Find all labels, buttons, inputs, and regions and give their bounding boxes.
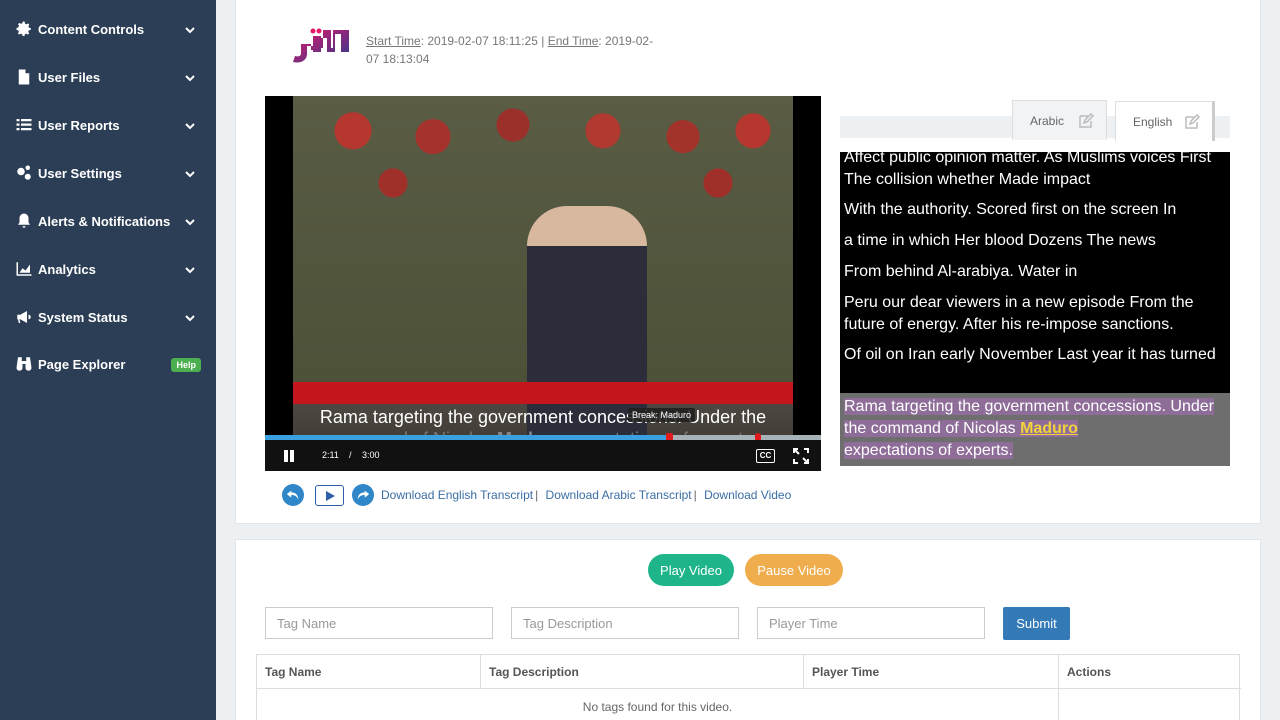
play-icon <box>325 490 335 501</box>
undo-arrow-icon <box>286 490 299 500</box>
column-header-actions: Actions <box>1059 655 1241 689</box>
megaphone-icon <box>12 308 36 326</box>
sidebar-item-label: User Settings <box>38 165 122 181</box>
chevron-down-icon <box>184 23 196 35</box>
binoculars-icon <box>12 355 36 373</box>
chevron-down-icon <box>184 215 196 227</box>
fullscreen-icon[interactable] <box>793 448 809 464</box>
caption-line-1: Rama targeting the government concession… <box>319 407 767 427</box>
bell-icon <box>12 212 36 230</box>
tags-table: Tag Name Tag Description Player Time Act… <box>256 654 1241 720</box>
video-player[interactable]: Rama targeting the government concession… <box>265 96 821 471</box>
transcript-line[interactable]: Of oil on Iran early November Last year … <box>844 344 1224 366</box>
sidebar-item-label: User Files <box>38 69 101 85</box>
channel-logo <box>283 24 355 68</box>
sidebar-item-label: System Status <box>38 309 128 325</box>
download-english-transcript-link[interactable]: Download English Transcript <box>381 488 533 502</box>
link-separator: | <box>535 488 539 502</box>
time-separator: / <box>349 450 352 460</box>
sidebar-item-content-controls[interactable]: Content Controls <box>0 9 216 49</box>
start-time-label: Start Time <box>366 34 421 48</box>
sidebar-item-system-status[interactable]: System Status <box>0 297 216 337</box>
forward-button[interactable] <box>352 484 374 506</box>
download-links: Download English Transcript | Download Ar… <box>381 488 791 502</box>
transcript-line[interactable]: Peru our dear viewers in a new episode F… <box>844 292 1224 336</box>
tag-name-input[interactable] <box>265 607 493 639</box>
submit-button[interactable]: Submit <box>1003 607 1070 640</box>
chevron-down-icon <box>184 167 196 179</box>
pause-video-button[interactable]: Pause Video <box>745 554 843 586</box>
edit-icon[interactable] <box>1078 112 1095 129</box>
empty-table-message: No tags found for this video. <box>257 689 1059 720</box>
sidebar-item-user-reports[interactable]: User Reports <box>0 105 216 145</box>
sidebar-item-label: Analytics <box>38 261 96 277</box>
transcript-keyword[interactable]: Maduro <box>1020 420 1078 437</box>
time-range: Start Time: 2019-02-07 18:11:25 | End Ti… <box>366 32 656 68</box>
end-time-label: End Time <box>547 34 599 48</box>
start-time-value: : 2019-02-07 18:11:25 | <box>420 34 545 48</box>
gear-icon <box>12 20 36 38</box>
chevron-down-icon <box>184 119 196 131</box>
sidebar-item-user-settings[interactable]: User Settings <box>0 153 216 193</box>
tab-arabic-label: Arabic <box>1030 113 1065 128</box>
sidebar-item-user-files[interactable]: User Files <box>0 57 216 97</box>
edit-icon[interactable] <box>1184 113 1201 130</box>
tag-description-input[interactable] <box>511 607 739 639</box>
duration: 3:00 <box>362 450 380 460</box>
sidebar-item-alerts-notifications[interactable]: Alerts & Notifications <box>0 201 216 241</box>
redo-arrow-icon <box>357 490 370 500</box>
transcript-line-active[interactable]: Rama targeting the government concession… <box>840 393 1230 466</box>
tab-english-label: English <box>1133 114 1173 129</box>
link-separator: | <box>693 488 697 502</box>
sidebar-item-analytics[interactable]: Analytics <box>0 249 216 289</box>
player-controls: 2:11 / 3:00 CC <box>265 440 821 471</box>
sidebar-item-label: User Reports <box>38 117 120 133</box>
help-badge[interactable]: Help <box>171 358 201 372</box>
transcript-panel[interactable]: Affect public opinion matter. As Muslims… <box>840 152 1230 466</box>
pause-button[interactable] <box>283 450 295 462</box>
gears-icon <box>12 164 36 182</box>
news-ticker <box>293 382 793 404</box>
play-video-button[interactable]: Play Video <box>648 554 734 586</box>
tab-arabic[interactable]: Arabic <box>1012 100 1107 140</box>
tab-english[interactable]: English <box>1115 101 1215 141</box>
cc-button[interactable]: CC <box>756 449 775 463</box>
column-header-tag-description: Tag Description <box>481 655 804 689</box>
list-icon <box>12 116 36 134</box>
current-time: 2:11 <box>322 450 339 460</box>
sidebar: Content Controls User Files User Reports… <box>0 0 216 720</box>
chevron-down-icon <box>184 71 196 83</box>
break-tooltip: Break: Maduro <box>628 408 696 422</box>
chevron-down-icon <box>184 311 196 323</box>
transcript-line[interactable]: With the authority. Scored first on the … <box>844 199 1224 221</box>
chevron-down-icon <box>184 263 196 275</box>
sidebar-item-label: Content Controls <box>38 21 145 37</box>
active-line-text: expectations of experts. <box>844 442 1013 459</box>
area-chart-icon <box>12 260 36 278</box>
column-header-player-time: Player Time <box>804 655 1059 689</box>
sidebar-item-label: Page Explorer <box>38 356 126 372</box>
transcript-line[interactable]: a time in which Her blood Dozens The new… <box>844 230 1224 252</box>
download-video-link[interactable]: Download Video <box>704 488 791 502</box>
file-icon <box>12 68 36 86</box>
sidebar-item-page-explorer[interactable]: Page Explorer Help <box>0 344 216 384</box>
transcript-line[interactable]: Affect public opinion matter. As Muslims… <box>844 152 1224 191</box>
download-arabic-transcript-link[interactable]: Download Arabic Transcript <box>546 488 692 502</box>
rewind-button[interactable] <box>282 484 304 506</box>
play-button[interactable] <box>315 485 344 506</box>
column-header-tag-name: Tag Name <box>257 655 481 689</box>
player-time-input[interactable] <box>757 607 985 639</box>
transcript-line[interactable]: From behind Al-arabiya. Water in <box>844 261 1224 283</box>
sidebar-item-label: Alerts & Notifications <box>38 213 171 229</box>
